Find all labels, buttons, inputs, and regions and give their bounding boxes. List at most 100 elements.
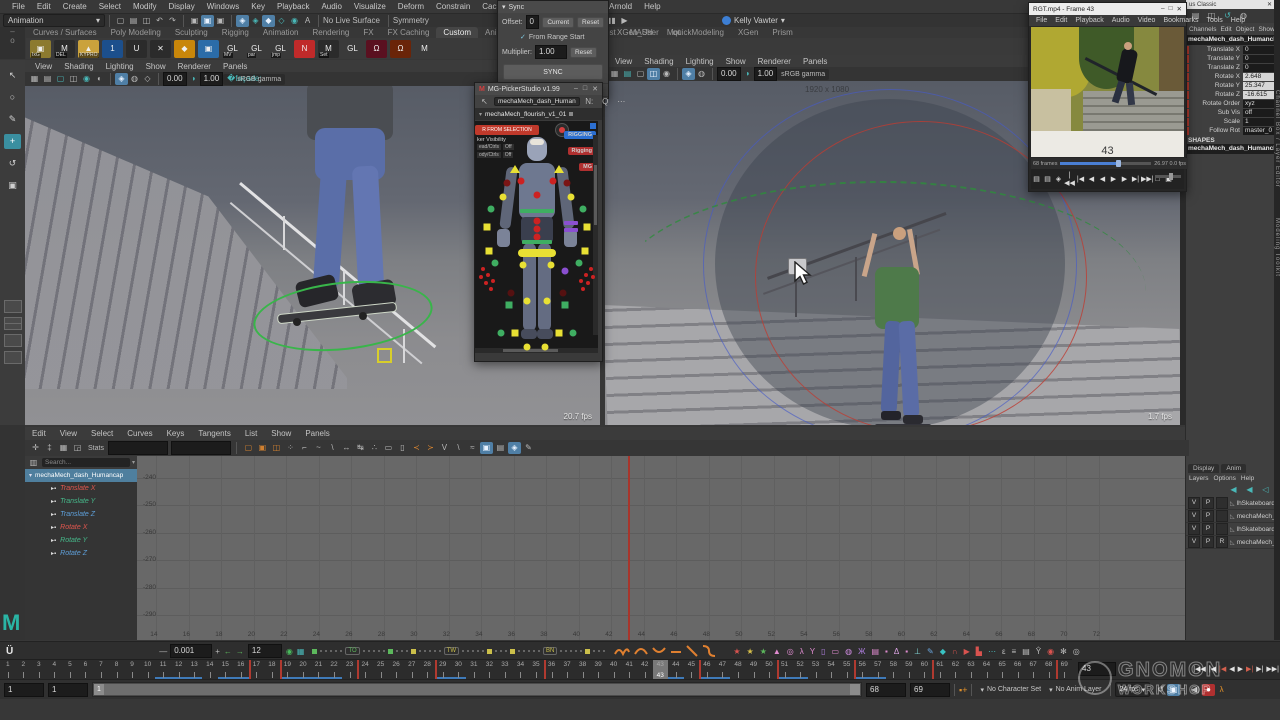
region-icon[interactable]: ◲ bbox=[71, 442, 84, 454]
bookmark-start[interactable] bbox=[312, 649, 317, 654]
light-icon[interactable]: ◉ bbox=[80, 73, 93, 85]
timeline-frame[interactable]: 31 bbox=[466, 660, 482, 680]
timeline-frame[interactable]: 36 bbox=[544, 660, 560, 680]
menu-item[interactable]: Audio bbox=[315, 2, 347, 11]
snap-grid-icon[interactable]: ◈ bbox=[236, 15, 249, 27]
graph-menu-item[interactable]: Edit bbox=[25, 429, 53, 438]
channel-box-menu-item[interactable]: Edit bbox=[1220, 26, 1231, 33]
layout-single-button[interactable] bbox=[4, 300, 22, 313]
gate-mask-icon[interactable]: ◫ bbox=[67, 73, 80, 85]
camera-icon[interactable]: ▦ bbox=[28, 73, 41, 85]
playback-start-field[interactable]: 1 bbox=[48, 683, 88, 697]
picker-button[interactable] bbox=[564, 221, 578, 225]
timeline-frame[interactable]: 60 bbox=[917, 660, 933, 680]
keyframe-tick[interactable] bbox=[854, 660, 856, 680]
frame-step-field[interactable]: 12 bbox=[248, 644, 282, 658]
picker-button[interactable] bbox=[584, 224, 591, 231]
select-hierarchy-icon[interactable]: ▣ bbox=[188, 15, 201, 27]
menu-item[interactable]: Select bbox=[93, 2, 127, 11]
channel-attribute-row[interactable]: Rotate Order xyz bbox=[1186, 99, 1275, 108]
tangent-preset-icons[interactable] bbox=[613, 644, 723, 658]
shelf-tab[interactable]: Rigging bbox=[215, 27, 256, 38]
picker-button[interactable] bbox=[582, 248, 589, 255]
layer-visibility-toggle[interactable]: V bbox=[1188, 536, 1200, 548]
filter-icon[interactable]: ≈ bbox=[466, 442, 479, 454]
mute-icon[interactable]: ▸▪ bbox=[51, 485, 56, 492]
timeline-frame[interactable]: 8 bbox=[109, 660, 125, 680]
channel-box-menu-item[interactable]: Object bbox=[1236, 26, 1255, 33]
video-menu-item[interactable]: Video bbox=[1134, 17, 1160, 24]
menu-item[interactable]: File bbox=[6, 2, 31, 11]
panel-menu-item[interactable]: Show bbox=[720, 57, 752, 66]
mute-icon[interactable]: ▸▪ bbox=[51, 498, 56, 505]
set-key-icon[interactable]: ▪+ bbox=[959, 685, 967, 695]
picker-button[interactable] bbox=[489, 287, 493, 291]
shelf-tab[interactable]: Custom bbox=[436, 27, 478, 38]
character-head[interactable] bbox=[893, 227, 906, 240]
animation-channel-row[interactable]: ▸▪ Translate Z bbox=[25, 508, 137, 521]
menuset-dropdown[interactable]: Animation ▾ bbox=[3, 14, 105, 27]
video-window-titlebar[interactable]: RGT.mp4 - Frame 43 – □ ✕ bbox=[1029, 3, 1186, 15]
open-scene-icon[interactable]: ▤ bbox=[127, 15, 140, 27]
selected-object-name[interactable]: mechaMech_dash_Humanchead_ bbox=[1186, 35, 1275, 45]
anim-tool-icon[interactable]: ▪ bbox=[905, 647, 908, 656]
timeline-frame[interactable]: 55 bbox=[839, 660, 855, 680]
timeline-frame[interactable]: 20 bbox=[295, 660, 311, 680]
visibility-row[interactable]: ead/Ctrls Off bbox=[477, 144, 514, 150]
anim-tool-icon[interactable]: ≡ bbox=[1012, 647, 1017, 656]
sync-window-header[interactable]: ▾ Sync bbox=[498, 1, 608, 13]
timeline-frame[interactable]: 29 bbox=[435, 660, 451, 680]
view-transform-dropdown[interactable]: �façade; sRGB gamma bbox=[223, 74, 285, 85]
character-set-dropdown[interactable]: ▾ No Character Set bbox=[976, 686, 1045, 694]
timeline-frame[interactable]: 6 bbox=[78, 660, 94, 680]
timeline-frame[interactable]: 62 bbox=[948, 660, 964, 680]
outliner-selected-object[interactable]: ▾ mechaMech_dash_Humancap bbox=[25, 469, 137, 482]
picker-button[interactable] bbox=[508, 290, 515, 297]
channel-value-field[interactable]: xyz bbox=[1243, 100, 1275, 108]
animation-channel-row[interactable]: ▸▪ Translate Y bbox=[25, 495, 137, 508]
video-menu-item[interactable]: Bookmarks bbox=[1159, 17, 1202, 24]
snap-plane-icon[interactable]: ◇ bbox=[275, 15, 288, 27]
menu-item[interactable]: Key bbox=[245, 2, 271, 11]
graph-menu-item[interactable]: Keys bbox=[160, 429, 192, 438]
decrement-button[interactable]: — bbox=[159, 647, 167, 656]
picker-button[interactable] bbox=[506, 302, 513, 309]
video-control-button[interactable]: ▶ bbox=[1119, 175, 1130, 183]
move-tool-icon[interactable]: + bbox=[4, 134, 21, 149]
from-range-start-label[interactable]: From Range Start bbox=[529, 34, 585, 41]
anim-tool-icon[interactable]: ∩ bbox=[952, 647, 958, 656]
jump-back-icon[interactable]: ← bbox=[224, 647, 232, 656]
timeline-frame[interactable]: 39 bbox=[590, 660, 606, 680]
transport-button[interactable]: ▶▶| bbox=[1265, 665, 1280, 673]
timeline-frame[interactable]: 2 bbox=[16, 660, 32, 680]
panel-menu-item[interactable]: Lighting bbox=[680, 57, 720, 66]
picker-button[interactable] bbox=[484, 281, 488, 285]
picker-button[interactable] bbox=[554, 165, 564, 173]
shelf-tool-button[interactable]: GL bbox=[342, 40, 363, 58]
offset-field[interactable]: 0 bbox=[526, 15, 540, 29]
picker-canvas[interactable]: R FROM SELECTION ker Visibility ead/Ctrl… bbox=[475, 121, 598, 353]
layer-mode-toggle[interactable]: R bbox=[1216, 536, 1228, 548]
timeline-frame[interactable]: 35 bbox=[528, 660, 544, 680]
timeline-frame[interactable]: 1 bbox=[0, 660, 16, 680]
panel-menu-item[interactable]: Show bbox=[140, 62, 172, 71]
shelf-tool-button[interactable]: GL par bbox=[246, 40, 267, 58]
video-menu-item[interactable]: Help bbox=[1227, 17, 1249, 24]
bookmark-end[interactable] bbox=[487, 649, 492, 654]
picker-button[interactable] bbox=[580, 206, 587, 213]
timeline-frame[interactable]: 23 bbox=[342, 660, 358, 680]
spline-tangent-icon[interactable]: ▢ bbox=[242, 442, 255, 454]
channel-box-menu-item[interactable]: Show bbox=[1258, 26, 1274, 33]
character-shirt[interactable] bbox=[875, 267, 919, 329]
panel-menu-item[interactable]: Panels bbox=[217, 62, 253, 71]
layer-playback-toggle[interactable]: P bbox=[1202, 497, 1214, 509]
layout-split-button[interactable] bbox=[4, 334, 22, 347]
video-control-button[interactable]: ◀ bbox=[1097, 175, 1108, 183]
camera-icon[interactable]: ▦ bbox=[608, 68, 621, 80]
rotate-tool-icon[interactable]: ↺ bbox=[4, 156, 21, 171]
curve-smoothness-icon[interactable]: V bbox=[438, 442, 451, 454]
picker-button[interactable] bbox=[518, 178, 525, 185]
panel-menu-item[interactable]: Shading bbox=[638, 57, 679, 66]
picker-select-cursor-icon[interactable]: ↖ bbox=[478, 96, 491, 108]
layer-mode-toggle[interactable] bbox=[1216, 523, 1228, 535]
